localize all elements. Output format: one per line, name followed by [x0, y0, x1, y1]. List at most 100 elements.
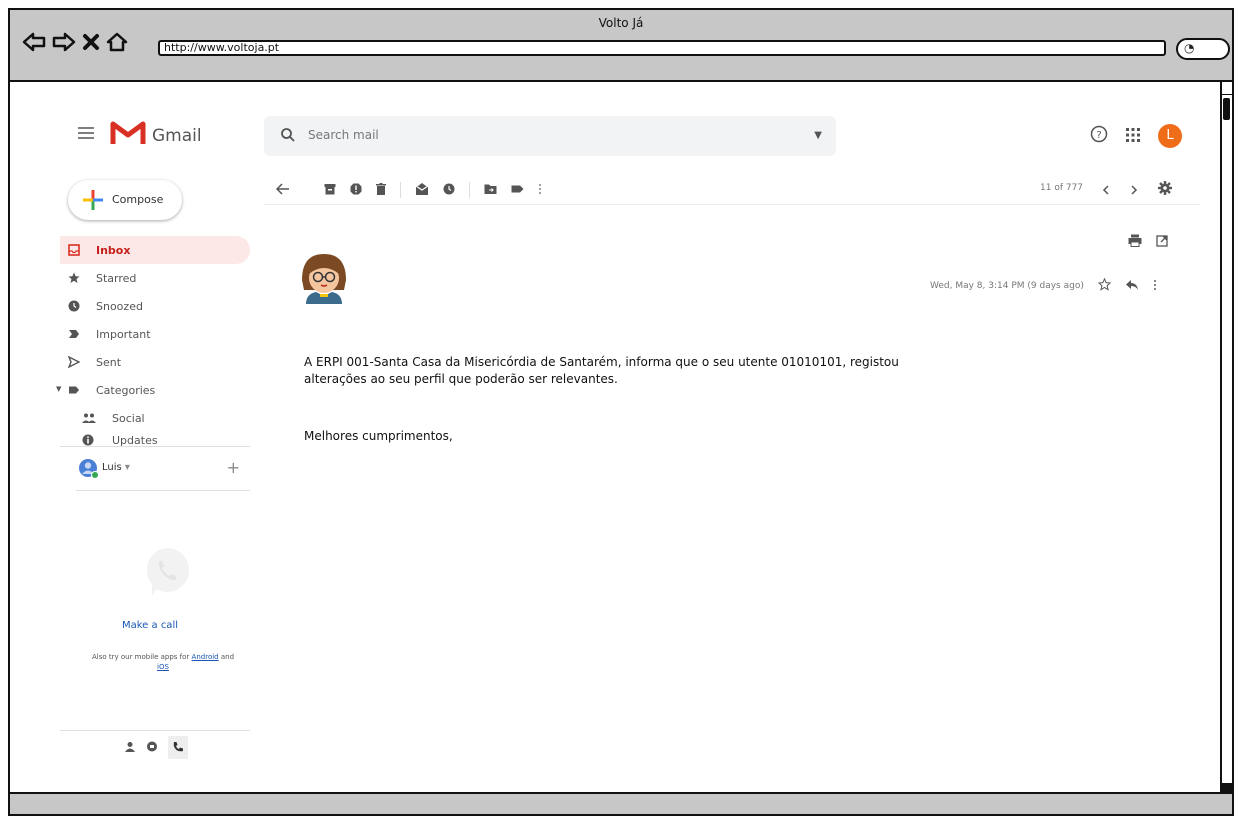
- gmail-logo-text: Gmail: [152, 126, 202, 146]
- back-to-inbox-icon[interactable]: [275, 180, 290, 199]
- toolbar-separator: [400, 181, 401, 198]
- inbox-icon: [68, 244, 80, 256]
- message-more-options-icon[interactable]: [1153, 276, 1157, 295]
- label-icon: [68, 384, 80, 396]
- sidebar-item-inbox[interactable]: Inbox: [60, 236, 250, 264]
- home-icon[interactable]: [106, 32, 128, 52]
- newer-chevron-left-icon[interactable]: [1102, 180, 1110, 199]
- sidebar-item-starred[interactable]: Starred: [60, 264, 250, 292]
- hamburger-menu-icon[interactable]: [78, 124, 94, 143]
- browser-chrome: Volto Já http://www.voltoja.pt ◔: [10, 10, 1232, 82]
- window-title: Volto Já: [598, 16, 644, 30]
- hangouts-chat-icon[interactable]: [146, 738, 158, 757]
- delete-trash-icon[interactable]: [376, 180, 386, 199]
- clock-icon: [68, 300, 80, 312]
- search-options-dropdown-icon[interactable]: ▼: [814, 130, 822, 141]
- reply-arrow-icon[interactable]: [1125, 276, 1139, 295]
- archive-icon[interactable]: [324, 180, 336, 199]
- sidebar-item-label: Sent: [96, 355, 122, 369]
- apps-note-text: Also try our mobile apps for: [91, 653, 190, 661]
- account-avatar[interactable]: L: [1158, 124, 1182, 148]
- message-toolbar: 11 of 777: [264, 174, 1200, 205]
- android-link[interactable]: Android: [192, 653, 219, 661]
- svg-text:?: ?: [1096, 130, 1101, 141]
- compose-button[interactable]: Compose: [68, 180, 182, 220]
- star-outline-icon[interactable]: [1097, 276, 1112, 295]
- gmail-page: Gmail Search mail ▼ ? L Compose Inbox St…: [50, 98, 1200, 788]
- sidebar-item-snoozed[interactable]: Snoozed: [60, 292, 250, 320]
- sidebar-item-label: Inbox: [96, 243, 131, 257]
- people-icon: [82, 412, 96, 424]
- scrollbar-thumb[interactable]: [1223, 98, 1230, 120]
- compose-plus-icon: [82, 189, 104, 215]
- address-bar[interactable]: http://www.voltoja.pt: [158, 40, 1166, 56]
- sidebar-item-updates[interactable]: Updates: [60, 432, 250, 450]
- search-mail-box[interactable]: Search mail ▼: [264, 116, 836, 156]
- user-name-text: Luis: [102, 462, 122, 473]
- hangouts-user[interactable]: Luis ▾ +: [78, 456, 248, 480]
- sidebar-item-label: Important: [96, 327, 151, 341]
- apps-grid-icon[interactable]: [1126, 127, 1140, 146]
- help-icon[interactable]: ?: [1090, 125, 1108, 147]
- nav-buttons: [22, 32, 128, 52]
- important-icon: [68, 328, 80, 340]
- sidebar-item-important[interactable]: Important: [60, 320, 250, 348]
- message-body-line: alterações ao seu perfil que poderão ser…: [304, 372, 618, 386]
- snooze-clock-icon[interactable]: [443, 180, 455, 199]
- more-options-vertical-icon[interactable]: [538, 180, 542, 199]
- sidebar-item-label: Social: [112, 411, 145, 425]
- report-spam-icon[interactable]: [350, 180, 362, 199]
- forward-arrow-icon[interactable]: [52, 32, 76, 52]
- folder-list: Inbox Starred Snoozed Important Sent ▼ C…: [56, 236, 250, 450]
- gmail-header: Gmail Search mail ▼ ? L: [50, 98, 1200, 156]
- sidebar-item-categories[interactable]: ▼ Categories: [56, 376, 250, 404]
- message-signoff: Melhores cumprimentos,: [304, 429, 453, 443]
- compose-label: Compose: [112, 193, 164, 206]
- star-icon: [68, 272, 80, 284]
- mobile-apps-note: Also try our mobile apps for Android and…: [78, 652, 248, 672]
- gmail-logo-icon[interactable]: [110, 118, 146, 150]
- print-icon[interactable]: [1128, 232, 1142, 251]
- sidebar-item-label: Categories: [96, 383, 156, 397]
- mark-unread-icon[interactable]: [415, 180, 429, 199]
- stop-x-icon[interactable]: [82, 33, 100, 51]
- sidebar-item-social[interactable]: Social: [60, 404, 250, 432]
- pager-controls: [1102, 180, 1172, 199]
- status-bar: [10, 792, 1232, 814]
- message-body-line: A ERPI 001-Santa Casa da Misericórdia de…: [304, 355, 899, 369]
- send-icon: [67, 355, 81, 369]
- add-contact-plus-icon[interactable]: +: [227, 458, 240, 477]
- apps-note-and: and: [220, 653, 235, 661]
- vertical-scrollbar[interactable]: [1220, 82, 1232, 796]
- search-icon[interactable]: [280, 127, 296, 147]
- toolbar-separator: [469, 181, 470, 198]
- settings-gear-icon[interactable]: [1158, 180, 1172, 199]
- move-to-folder-icon[interactable]: [484, 180, 497, 199]
- older-chevron-right-icon[interactable]: [1130, 180, 1138, 199]
- phone-icon[interactable]: [168, 736, 188, 759]
- toolbar-actions: [275, 180, 542, 199]
- sidebar-item-sent[interactable]: Sent: [60, 348, 250, 376]
- scroll-up-arrow-icon[interactable]: [1222, 82, 1232, 95]
- user-avatar-icon: [78, 458, 100, 484]
- message-body: A ERPI 001-Santa Casa da Misericórdia de…: [304, 354, 1004, 388]
- person-icon[interactable]: [124, 738, 136, 757]
- ios-link[interactable]: iOS: [157, 663, 169, 671]
- expand-caret-icon[interactable]: ▼: [56, 385, 61, 393]
- make-a-call-link[interactable]: Make a call: [50, 620, 250, 631]
- user-dropdown-icon[interactable]: ▾: [125, 462, 130, 473]
- hangouts-divider-2: [76, 490, 250, 491]
- back-arrow-icon[interactable]: [22, 32, 46, 52]
- label-tag-icon[interactable]: [511, 180, 524, 199]
- hangouts-tabs: [124, 736, 188, 759]
- message-date: Wed, May 8, 3:14 PM (9 days ago): [930, 280, 1084, 291]
- info-icon: [82, 434, 94, 446]
- sidebar: Compose Inbox Starred Snoozed Important …: [50, 164, 255, 788]
- open-in-new-window-icon[interactable]: [1156, 232, 1168, 251]
- phone-bubble-icon: [142, 546, 190, 602]
- message-pager-count: 11 of 777: [1040, 183, 1084, 193]
- browser-search-button[interactable]: ◔: [1176, 38, 1230, 60]
- sidebar-item-label: Starred: [96, 271, 137, 285]
- search-input[interactable]: Search mail: [308, 128, 379, 142]
- bottom-divider: [60, 730, 250, 731]
